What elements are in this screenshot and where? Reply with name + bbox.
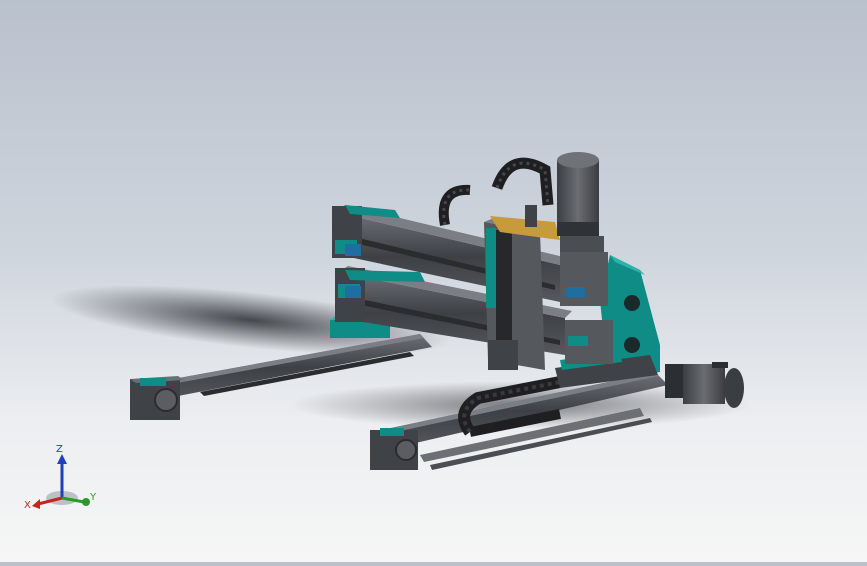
y-axis-arrowhead [82, 498, 90, 506]
3d-viewport[interactable] [0, 0, 867, 562]
gantry-model-render [51, 152, 750, 470]
x-axis-label: X [24, 500, 31, 511]
view-orientation-triad[interactable]: Z X Y [22, 440, 102, 512]
z-axis-arrowhead [57, 454, 67, 464]
top-servo-motor [557, 152, 613, 364]
x-axis-arrowhead [32, 499, 40, 509]
y-axis-label: Y [89, 492, 97, 503]
z-axis-label: Z [56, 444, 63, 455]
